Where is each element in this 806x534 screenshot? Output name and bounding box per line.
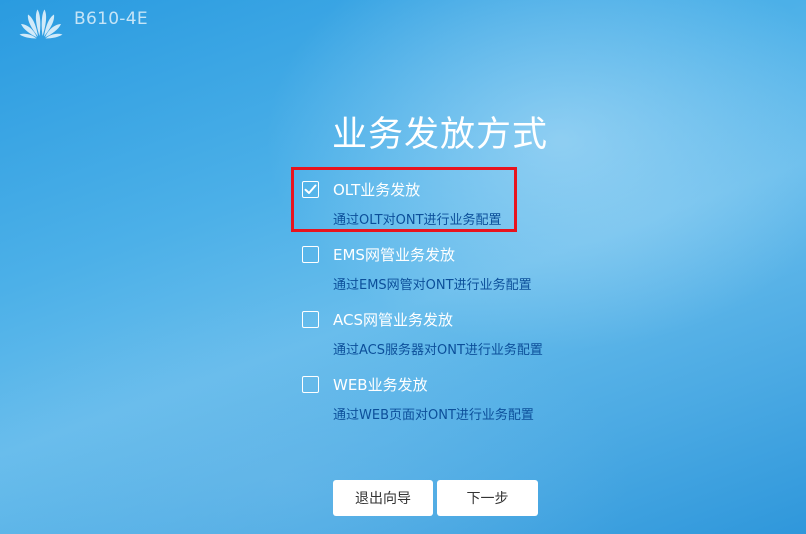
option-label: EMS网管业务发放 (333, 246, 455, 264)
option-olt[interactable]: OLT业务发放 通过OLT对ONT进行业务配置 (302, 181, 602, 237)
huawei-logo-icon (19, 9, 63, 39)
option-label: ACS网管业务发放 (333, 311, 453, 329)
ems-checkbox[interactable] (302, 246, 319, 263)
checkmark-icon (304, 184, 317, 194)
acs-checkbox[interactable] (302, 311, 319, 328)
exit-wizard-button[interactable]: 退出向导 (333, 480, 433, 516)
device-model: B610-4E (74, 9, 148, 29)
option-description: 通过ACS服务器对ONT进行业务配置 (333, 343, 543, 358)
page-title: 业务发放方式 (332, 115, 549, 155)
option-label: WEB业务发放 (333, 376, 428, 394)
option-acs[interactable]: ACS网管业务发放 通过ACS服务器对ONT进行业务配置 (302, 311, 602, 367)
next-step-button[interactable]: 下一步 (437, 480, 538, 516)
option-label: OLT业务发放 (333, 181, 421, 199)
web-checkbox[interactable] (302, 376, 319, 393)
option-ems[interactable]: EMS网管业务发放 通过EMS网管对ONT进行业务配置 (302, 246, 602, 302)
option-description: 通过WEB页面对ONT进行业务配置 (333, 408, 534, 423)
option-description: 通过OLT对ONT进行业务配置 (333, 213, 502, 228)
olt-checkbox[interactable] (302, 181, 319, 198)
option-web[interactable]: WEB业务发放 通过WEB页面对ONT进行业务配置 (302, 376, 602, 432)
option-description: 通过EMS网管对ONT进行业务配置 (333, 278, 532, 293)
